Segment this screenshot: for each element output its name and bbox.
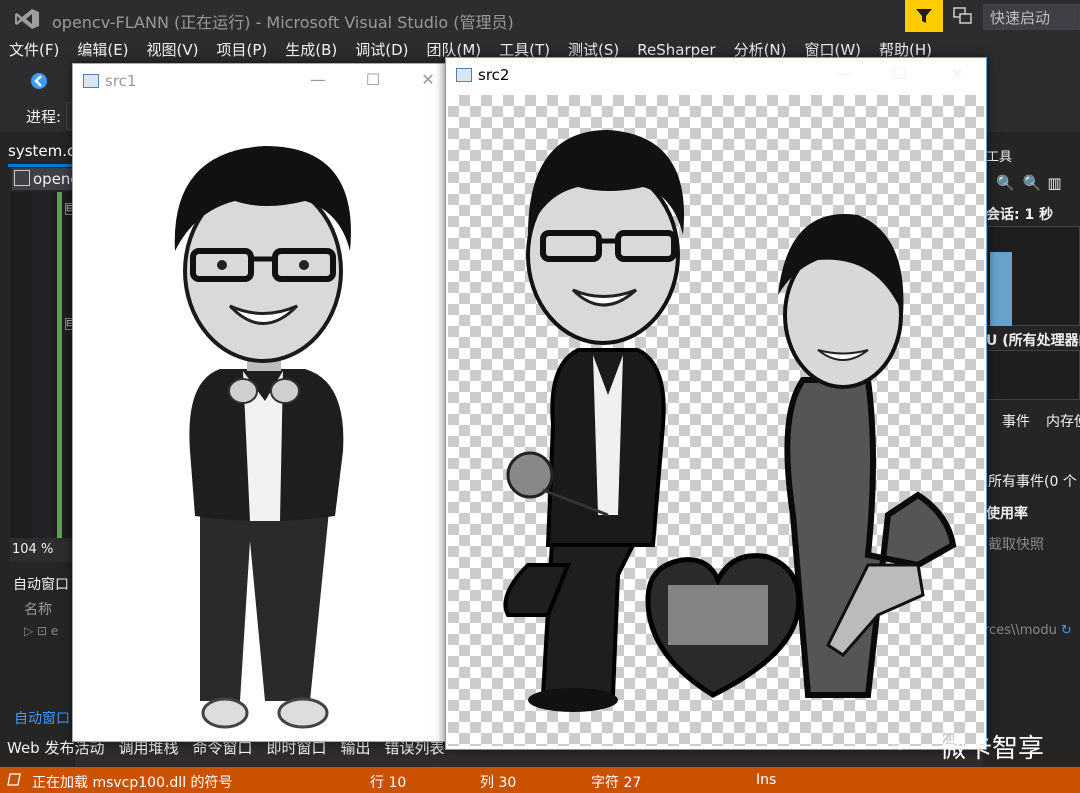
window-app-icon	[456, 68, 472, 82]
diagnostic-tools-title: 工具	[986, 150, 1013, 165]
maximize-button[interactable]: ☐	[884, 64, 914, 83]
cpu-graph	[987, 350, 1080, 400]
src1-title-bar[interactable]: src1 — ☐ ✕	[73, 64, 448, 100]
graph-bar	[990, 252, 1012, 326]
process-label: 进程:	[26, 108, 62, 126]
autos-panel-title: 自动窗口	[13, 577, 69, 593]
minimize-button[interactable]: —	[829, 64, 859, 83]
src1-title: src1	[105, 72, 137, 90]
window-title: opencv-FLANN (正在运行) - Microsoft Visual S…	[52, 13, 514, 32]
diag-toolbar: 🔍 🔍 ▥	[996, 174, 1062, 192]
maximize-button[interactable]: ☐	[358, 70, 388, 89]
src2-title-bar[interactable]: src2 — ☐ ✕	[446, 58, 986, 94]
memory-usage-label: 使用率	[986, 506, 1028, 522]
diag-session-label: 会话: 1 秒	[986, 207, 1054, 223]
editor-gutter	[32, 192, 52, 538]
quick-launch-input[interactable]: 快速启动	[983, 4, 1080, 30]
events-tab[interactable]: 事件	[1002, 411, 1030, 431]
window-app-icon	[83, 74, 99, 88]
src2-title: src2	[478, 66, 510, 84]
chart-icon[interactable]: ▥	[1047, 174, 1061, 192]
menu-project[interactable]: 项目(P)	[208, 38, 277, 62]
menu-debug[interactable]: 调试(D)	[346, 38, 417, 62]
status-character: 字符 27	[591, 775, 642, 791]
menu-view[interactable]: 视图(V)	[138, 38, 208, 62]
filter-icon	[916, 9, 932, 23]
wechat-logo-icon	[893, 742, 904, 750]
status-column: 列 30	[480, 775, 517, 791]
menu-edit[interactable]: 编辑(E)	[68, 38, 137, 62]
image-window-src2[interactable]: src2 — ☐ ✕	[445, 57, 987, 750]
status-bar: 正在加载 msvcp100.dll 的符号 行 10 列 30 字符 27 In…	[0, 767, 1080, 793]
minimize-button[interactable]: —	[303, 70, 333, 89]
menu-build[interactable]: 生成(B)	[276, 38, 346, 62]
visual-studio-logo-icon	[15, 9, 39, 29]
image-window-src1[interactable]: src1 — ☐ ✕	[72, 63, 449, 742]
take-snapshot-button[interactable]: 截取快照	[988, 534, 1044, 554]
watermark-text: 微卡智享	[940, 734, 1045, 764]
feedback-icon[interactable]	[952, 6, 974, 26]
autos-row[interactable]: ▷ ⊡ e	[24, 624, 58, 638]
call-path-label: rces\\modu	[984, 623, 1057, 638]
notification-filter-button[interactable]	[905, 0, 943, 32]
status-insert-mode: Ins	[756, 772, 777, 788]
change-tracking-margin	[57, 192, 62, 538]
all-events-label[interactable]: 所有事件(0 个	[988, 471, 1077, 491]
memory-usage-tab[interactable]: 内存使	[1046, 411, 1080, 431]
zoom-level[interactable]: 104 %	[12, 542, 53, 557]
src1-image-canvas	[75, 101, 445, 738]
refresh-icon[interactable]: ↻	[1061, 623, 1072, 638]
cartoon-couple-image	[503, 130, 957, 712]
cartoon-man-image	[174, 146, 351, 729]
cpp-file-icon	[14, 170, 30, 186]
status-window-icon	[7, 773, 21, 786]
active-tab-indicator	[8, 164, 78, 167]
status-line: 行 10	[370, 775, 407, 791]
close-button[interactable]: ✕	[942, 64, 972, 83]
autos-tab[interactable]: 自动窗口	[14, 708, 70, 728]
zoom-out-icon[interactable]: 🔍	[1023, 174, 1042, 192]
menu-file[interactable]: 文件(F)	[0, 38, 68, 62]
src2-image-canvas	[448, 95, 984, 746]
file-tab-label: openc	[33, 170, 76, 188]
close-button[interactable]: ✕	[413, 70, 443, 89]
zoom-in-icon[interactable]: 🔍	[996, 174, 1015, 192]
call-path-text: rces\\modu ↻	[984, 623, 1072, 638]
autos-name-column-header[interactable]: 名称	[24, 599, 52, 619]
file-navigation-dropdown[interactable]: openc	[12, 168, 76, 190]
autos-row-label: e	[50, 624, 59, 638]
cpu-usage-label: U (所有处理器的	[986, 333, 1080, 349]
document-tab-system[interactable]: system.c	[8, 142, 75, 160]
status-message: 正在加载 msvcp100.dll 的符号	[32, 775, 233, 791]
navigate-back-icon[interactable]	[30, 72, 48, 90]
